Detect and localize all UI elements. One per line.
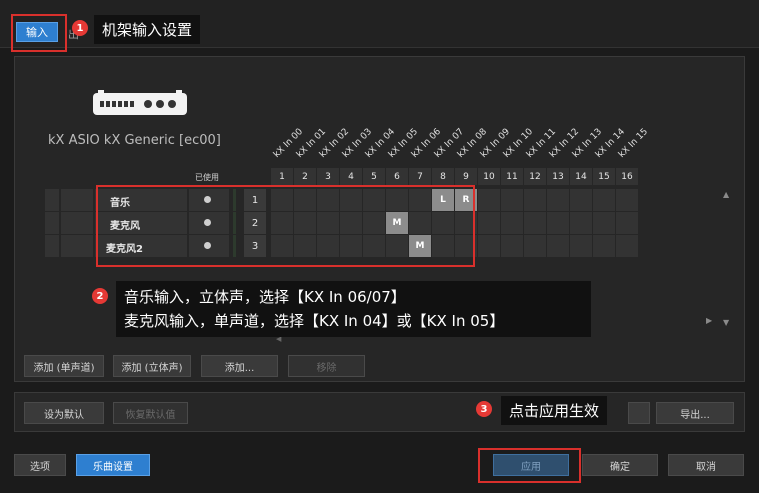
matrix-cell[interactable] — [570, 235, 592, 257]
matrix-cell[interactable] — [593, 189, 615, 211]
matrix-cell[interactable] — [547, 235, 569, 257]
column-number: 2 — [294, 168, 316, 185]
set-default-button[interactable]: 设为默认 — [24, 402, 104, 424]
column-number: 9 — [455, 168, 477, 185]
used-column-label: 已使用 — [195, 173, 219, 182]
scroll-right-icon[interactable]: ▶ — [706, 316, 712, 325]
matrix-cell[interactable] — [593, 212, 615, 234]
row-header-cell — [61, 235, 93, 257]
column-number: 14 — [570, 168, 592, 185]
matrix-cell[interactable] — [501, 212, 523, 234]
device-name: kX ASIO kX Generic [ec00] — [48, 133, 221, 148]
ok-button[interactable]: 确定 — [582, 454, 658, 476]
callout-1: 机架输入设置 — [94, 15, 201, 44]
highlight-apply — [478, 448, 581, 483]
column-number: 11 — [501, 168, 523, 185]
row-header-cell — [61, 212, 93, 234]
matrix-cell[interactable] — [616, 235, 638, 257]
remove-button[interactable]: 移除 — [288, 355, 365, 377]
step-badge-2: 2 — [92, 288, 108, 304]
column-number: 10 — [478, 168, 500, 185]
column-number: 8 — [432, 168, 454, 185]
callout-2-line-1: 音乐输入，立体声，选择【KX In 06/07】 — [124, 288, 406, 306]
options-button[interactable]: 选项 — [14, 454, 66, 476]
matrix-cell[interactable] — [501, 235, 523, 257]
callout-2-line-2: 麦克风输入，单声道，选择【KX In 04】或【KX In 05】 — [124, 312, 505, 330]
restore-default-button[interactable]: 恢复默认值 — [113, 402, 188, 424]
column-number: 7 — [409, 168, 431, 185]
matrix-cell[interactable] — [524, 235, 546, 257]
column-number: 5 — [363, 168, 385, 185]
matrix-cell[interactable] — [570, 212, 592, 234]
column-number: 16 — [616, 168, 638, 185]
column-number: 6 — [386, 168, 408, 185]
matrix-cell[interactable] — [501, 189, 523, 211]
add-stereo-button[interactable]: 添加 (立体声) — [113, 355, 191, 377]
add-mono-button[interactable]: 添加 (单声道) — [24, 355, 104, 377]
matrix-cell[interactable] — [478, 235, 500, 257]
cancel-button[interactable]: 取消 — [668, 454, 744, 476]
row-header-cell — [45, 212, 59, 234]
highlight-matrix — [96, 185, 475, 267]
matrix-cell[interactable] — [524, 212, 546, 234]
step-badge-1: 1 — [72, 20, 88, 36]
matrix-cell[interactable] — [524, 189, 546, 211]
export-button[interactable]: 导出... — [656, 402, 734, 424]
column-number: 4 — [340, 168, 362, 185]
callout-3: 点击应用生效 — [501, 396, 608, 425]
step-badge-3: 3 — [476, 401, 492, 417]
highlight-input-tab — [11, 14, 67, 52]
matrix-cell[interactable] — [570, 189, 592, 211]
scroll-down-icon[interactable]: ▼ — [723, 318, 729, 327]
audio-interface-icon — [93, 90, 187, 115]
column-number: 12 — [524, 168, 546, 185]
column-number: 13 — [547, 168, 569, 185]
matrix-cell[interactable] — [616, 189, 638, 211]
matrix-cell[interactable] — [478, 212, 500, 234]
matrix-cell[interactable] — [478, 189, 500, 211]
column-number: 1 — [271, 168, 293, 185]
column-number: 15 — [593, 168, 615, 185]
matrix-cell[interactable] — [616, 212, 638, 234]
column-number: 3 — [317, 168, 339, 185]
song-settings-button[interactable]: 乐曲设置 — [76, 454, 150, 476]
row-header-cell — [45, 235, 59, 257]
row-header-cell — [61, 189, 93, 211]
row-header-cell — [45, 189, 59, 211]
matrix-cell[interactable] — [547, 212, 569, 234]
matrix-cell[interactable] — [547, 189, 569, 211]
scroll-up-icon[interactable]: ▲ — [723, 190, 729, 199]
preset-button[interactable] — [628, 402, 650, 424]
callout-2: 音乐输入，立体声，选择【KX In 06/07】 麦克风输入，单声道，选择【KX… — [116, 281, 591, 337]
matrix-cell[interactable] — [593, 235, 615, 257]
add-button[interactable]: 添加... — [201, 355, 278, 377]
